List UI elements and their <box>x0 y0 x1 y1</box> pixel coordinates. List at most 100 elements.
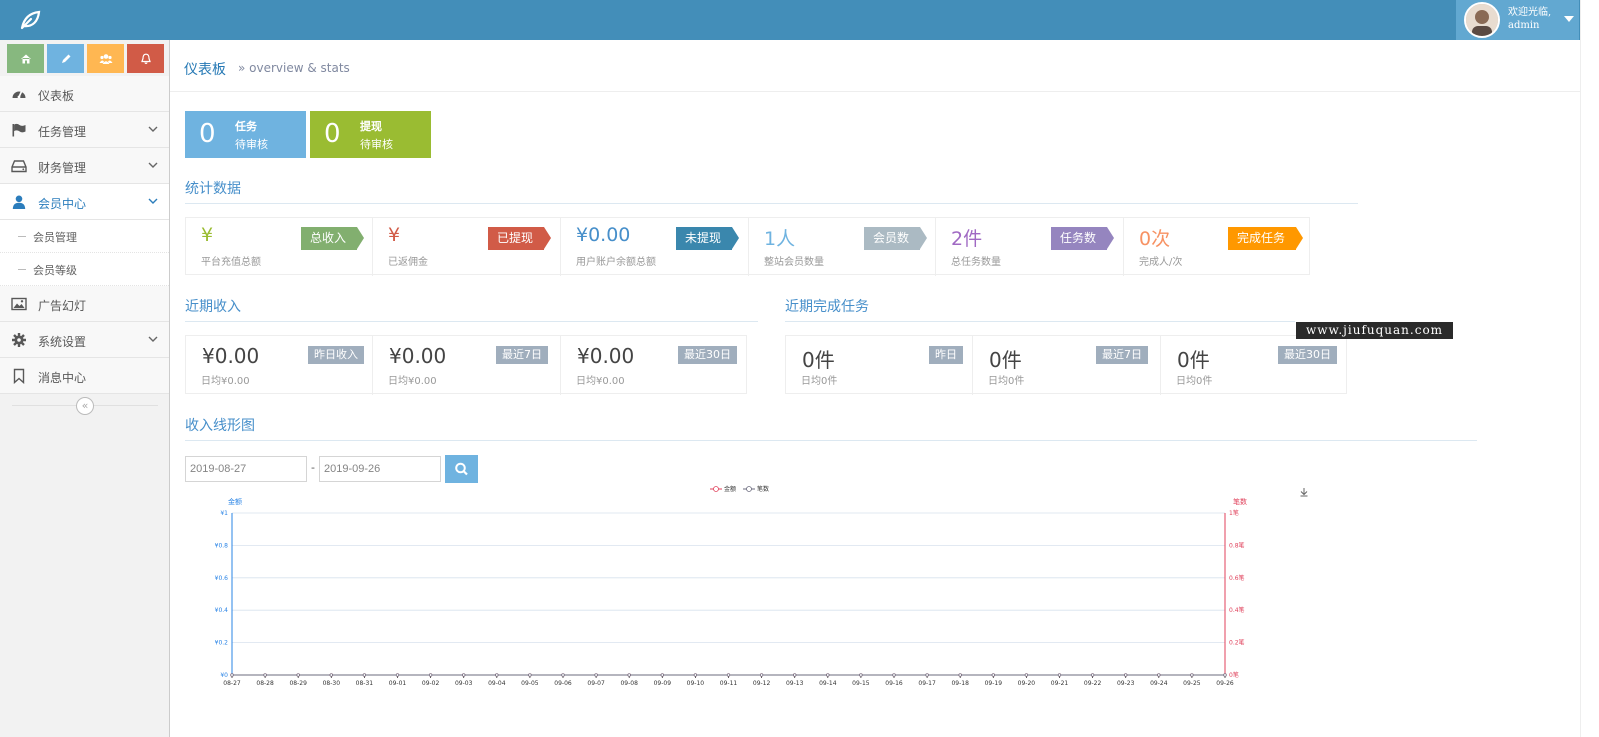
x-tick-label: 09-12 <box>753 680 771 687</box>
series-point <box>660 673 664 677</box>
leaf-logo-icon[interactable] <box>18 8 42 32</box>
welcome-text: 欢迎光临, <box>1508 7 1552 18</box>
series-point <box>594 673 598 677</box>
legend-marker <box>713 486 719 492</box>
y-tick-right: 0.6笔 <box>1229 574 1245 582</box>
caret-down-icon[interactable] <box>1564 16 1574 22</box>
sidebar-item-finance[interactable]: 财务管理 <box>0 148 169 184</box>
chevron-down-icon <box>148 126 158 132</box>
sidebar-item-label: 任务管理 <box>38 125 87 139</box>
sidebar-item-dashboard[interactable]: 仪表板 <box>0 76 169 112</box>
pending-withdraw-box[interactable]: 0 提现 待审核 <box>310 111 431 158</box>
download-icon[interactable] <box>1300 488 1308 497</box>
y-tick-right: 0.4笔 <box>1229 606 1245 614</box>
x-tick-label: 09-20 <box>1018 680 1036 687</box>
sidebar-item-settings[interactable]: 系统设置 <box>0 322 169 358</box>
y-tick-right: 1笔 <box>1229 509 1239 517</box>
x-tick-label: 08-31 <box>356 680 374 687</box>
income-daily-avg: 日均¥0.00 <box>201 376 250 387</box>
income-line-chart: ¥0 0笔 ¥0.2 0.2笔 ¥0.4 0.4笔 ¥0.6 0.6笔 ¥0.8 0.8笔 ¥1 1笔… <box>215 485 1308 687</box>
income-value: ¥0.00 <box>202 344 260 368</box>
series-point <box>991 673 995 677</box>
series-point <box>925 673 929 677</box>
y-tick-left: ¥1 <box>220 510 228 517</box>
series-point <box>1157 673 1161 677</box>
x-tick-label: 09-07 <box>587 680 605 687</box>
chart-ticks: ¥0 0笔 ¥0.2 0.2笔 ¥0.4 0.4笔 ¥0.6 0.6笔 ¥0.8 0.8笔 ¥1 1笔… <box>215 509 1245 687</box>
avatar <box>1464 2 1500 38</box>
x-tick-label: 08-28 <box>256 680 274 687</box>
sidebar-subitem-member-manage[interactable]: 会员管理 <box>0 220 169 253</box>
series-point <box>263 673 267 677</box>
x-tick-label: 09-22 <box>1084 680 1102 687</box>
y-tick-right: 0.8笔 <box>1229 541 1245 549</box>
sidebar-item-label: 系统设置 <box>38 335 87 349</box>
sidebar-item-tasks[interactable]: 任务管理 <box>0 112 169 148</box>
chevron-down-icon <box>148 198 158 204</box>
tasks-daily-avg: 日均0件 <box>1176 376 1213 387</box>
stat-label: 已返佣金 <box>388 257 428 268</box>
tasks-value: 0件 <box>1177 348 1210 372</box>
series-point <box>1223 673 1227 677</box>
x-tick-label: 09-26 <box>1216 680 1234 687</box>
stat-value: ¥0.00 <box>576 224 631 246</box>
chart-grid <box>231 512 1226 676</box>
income-value: ¥0.00 <box>577 344 635 368</box>
x-tick-label: 09-14 <box>819 680 837 687</box>
section-title-chart: 收入线形图 <box>185 418 255 434</box>
x-tick-label: 09-08 <box>620 680 638 687</box>
income-badge: 最近30日 <box>678 346 737 364</box>
search-button[interactable] <box>445 455 478 483</box>
series-point <box>462 673 466 677</box>
tasks-badge: 最近30日 <box>1278 346 1337 364</box>
series-point <box>693 673 698 677</box>
stat-completions: 0次 完成人/次 完成任务 <box>1124 218 1311 276</box>
stat-label: 完成人/次 <box>1139 257 1183 268</box>
tasks-daily-avg: 日均0件 <box>988 376 1025 387</box>
shortcut-home-button[interactable] <box>7 44 44 73</box>
sidebar-subitem-member-level[interactable]: 会员等级 <box>0 253 169 286</box>
start-date-input[interactable] <box>185 456 307 482</box>
sidebar-item-label: 仪表板 <box>38 89 75 103</box>
stat-value: 0次 <box>1139 228 1171 250</box>
stat-label: 平台充值总额 <box>201 257 261 268</box>
date-separator: - <box>311 461 315 474</box>
sidebar-item-label: 会员中心 <box>38 197 87 211</box>
income-daily-avg: 日均¥0.00 <box>388 376 437 387</box>
x-tick-label: 09-13 <box>786 680 804 687</box>
series-point <box>230 673 234 677</box>
tasks-30d: 0件 日均0件 最近30日 <box>1161 336 1348 395</box>
tasks-badge: 昨日 <box>929 346 963 364</box>
series-point <box>428 673 433 677</box>
sidebar-item-messages[interactable]: 消息中心 <box>0 358 169 394</box>
bookmark-icon <box>13 368 25 384</box>
stat-badge: 任务数 <box>1051 227 1114 250</box>
chart-series <box>230 673 1227 677</box>
vertical-scrollbar[interactable] <box>1580 0 1599 737</box>
double-chevron-left-icon[interactable]: « <box>76 397 94 415</box>
user-menu[interactable]: 欢迎光临, admin <box>1456 0 1579 40</box>
page-title: 仪表板 <box>184 62 226 78</box>
tree-line <box>18 269 26 270</box>
sidebar-item-members[interactable]: 会员中心 <box>0 184 169 220</box>
series-point <box>627 673 631 677</box>
series-point <box>759 673 764 677</box>
stat-badge: 总收入 <box>301 227 364 250</box>
pending-task-box[interactable]: 0 任务 待审核 <box>185 111 306 158</box>
stat-badge: 未提现 <box>676 227 739 250</box>
income-row: ¥0.00 日均¥0.00 昨日收入 ¥0.00 日均¥0.00 最近7日 ¥0… <box>185 335 747 395</box>
x-tick-label: 09-06 <box>554 680 572 687</box>
tree-line <box>18 236 26 237</box>
stat-label: 整站会员数量 <box>764 257 824 268</box>
x-tick-label: 08-27 <box>223 680 241 687</box>
pending-count: 0 <box>199 119 216 149</box>
y-axis-right-label: 笔数 <box>1233 497 1247 506</box>
shortcut-notify-button[interactable] <box>127 44 164 73</box>
sidebar-item-ads[interactable]: 广告幻灯 <box>0 286 169 322</box>
series-point <box>395 673 400 677</box>
y-tick-right: 0.2笔 <box>1229 639 1245 647</box>
search-icon <box>455 462 468 476</box>
shortcut-users-button[interactable] <box>87 44 124 73</box>
shortcut-edit-button[interactable] <box>47 44 84 73</box>
end-date-input[interactable] <box>319 456 441 482</box>
